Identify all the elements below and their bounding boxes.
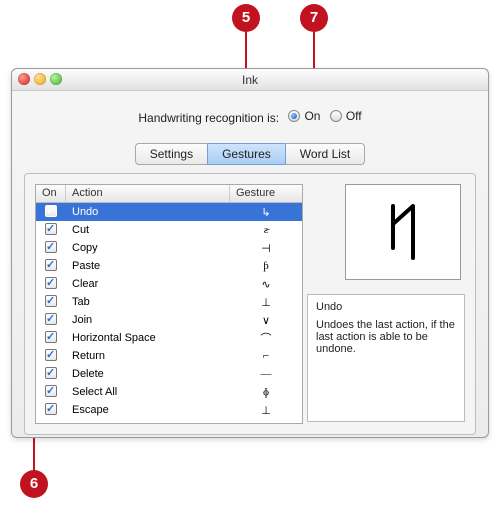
table-body: Undo↳Cutƨ̵Copy⊣PasteƥClear∿Tab⊥Join∨Hori…: [36, 203, 302, 424]
check-icon: [45, 259, 57, 271]
table-row[interactable]: Pasteƥ: [36, 257, 302, 275]
row-checkbox[interactable]: [36, 241, 66, 256]
window-controls: [18, 73, 62, 85]
radio-on-dot: [288, 110, 300, 122]
table-header: On Action Gesture: [36, 185, 302, 203]
close-button[interactable]: [18, 73, 30, 85]
header-action[interactable]: Action: [66, 185, 230, 202]
handwriting-row: Handwriting recognition is: On Off: [12, 109, 488, 125]
callout-5-bubble: 5: [232, 4, 260, 32]
row-action: Paste: [66, 260, 230, 272]
row-action: Cut: [66, 224, 230, 236]
table-row[interactable]: Horizontal Space⌒: [36, 329, 302, 347]
check-icon: [45, 313, 57, 325]
row-checkbox[interactable]: [36, 205, 66, 220]
tab-bar: Settings Gestures Word List: [12, 143, 488, 165]
check-icon: [45, 331, 57, 343]
row-action: Tab: [66, 296, 230, 308]
row-checkbox[interactable]: [36, 349, 66, 364]
table-row[interactable]: Return⌐: [36, 347, 302, 365]
check-icon: [45, 277, 57, 289]
tab-settings[interactable]: Settings: [135, 143, 208, 165]
row-checkbox[interactable]: [36, 277, 66, 292]
description-body: Undoes the last action, if the last acti…: [316, 319, 455, 355]
check-icon: [45, 295, 57, 307]
table-row[interactable]: Delete—: [36, 365, 302, 383]
row-gesture-icon: ∿: [230, 278, 302, 291]
row-action: Select All: [66, 386, 230, 398]
row-checkbox[interactable]: [36, 295, 66, 310]
row-gesture-icon: ⊥: [230, 404, 302, 417]
row-gesture-icon: ƨ̵: [230, 224, 302, 236]
table-row[interactable]: Escape⊥: [36, 401, 302, 419]
row-checkbox[interactable]: [36, 331, 66, 346]
gestures-panel: On Action Gesture Undo↳Cutƨ̵Copy⊣PasteƥC…: [24, 173, 476, 435]
window-title: Ink: [242, 73, 258, 87]
row-checkbox[interactable]: [36, 223, 66, 238]
check-icon: [45, 385, 57, 397]
handwriting-label: Handwriting recognition is:: [138, 111, 279, 125]
check-icon: [45, 349, 57, 361]
row-checkbox[interactable]: [36, 367, 66, 382]
row-action: Horizontal Space: [66, 332, 230, 344]
check-icon: [45, 223, 57, 235]
table-row[interactable]: Undo↳: [36, 203, 302, 221]
row-action: Copy: [66, 242, 230, 254]
zoom-button[interactable]: [50, 73, 62, 85]
row-gesture-icon: ⌒: [230, 330, 302, 346]
row-action: Escape: [66, 404, 230, 416]
callout-6-bubble: 6: [20, 470, 48, 498]
table-row[interactable]: Select Allɸ: [36, 383, 302, 401]
check-icon: [45, 403, 57, 415]
row-checkbox[interactable]: [36, 313, 66, 328]
row-gesture-icon: ⊣: [230, 242, 302, 255]
radio-off-dot: [330, 110, 342, 122]
row-gesture-icon: ɸ: [230, 386, 302, 398]
radio-on-label: On: [304, 109, 320, 123]
table-row[interactable]: Cutƨ̵: [36, 221, 302, 239]
table-row[interactable]: Tab⊥: [36, 293, 302, 311]
undo-gesture-icon: [381, 200, 425, 264]
radio-on[interactable]: On: [288, 109, 320, 123]
row-gesture-icon: ⌐: [230, 350, 302, 362]
titlebar: Ink: [12, 69, 488, 91]
radio-off-label: Off: [346, 109, 362, 123]
row-gesture-icon: —: [230, 368, 302, 380]
row-gesture-icon: ⊥: [230, 296, 302, 309]
row-action: Clear: [66, 278, 230, 290]
tab-gestures[interactable]: Gestures: [207, 143, 286, 165]
minimize-button[interactable]: [34, 73, 46, 85]
description-title: Undo: [316, 301, 456, 313]
row-action: Join: [66, 314, 230, 326]
table-row[interactable]: Copy⊣: [36, 239, 302, 257]
header-on[interactable]: On: [36, 185, 66, 202]
check-icon: [45, 367, 57, 379]
row-gesture-icon: ƥ: [230, 260, 302, 272]
header-gesture[interactable]: Gesture: [230, 185, 302, 202]
tab-wordlist[interactable]: Word List: [285, 143, 365, 165]
row-action: Delete: [66, 368, 230, 380]
row-action: Undo: [66, 206, 230, 218]
table-row[interactable]: Join∨: [36, 311, 302, 329]
row-gesture-icon: ↳: [230, 206, 302, 219]
gesture-preview: [345, 184, 461, 280]
preferences-window: Ink Handwriting recognition is: On Off S…: [11, 68, 489, 438]
gesture-description: Undo Undoes the last action, if the last…: [307, 294, 465, 422]
row-checkbox[interactable]: [36, 259, 66, 274]
row-action: Return: [66, 350, 230, 362]
row-checkbox[interactable]: [36, 403, 66, 418]
row-checkbox[interactable]: [36, 385, 66, 400]
radio-off[interactable]: Off: [330, 109, 362, 123]
check-icon: [45, 205, 57, 217]
check-icon: [45, 241, 57, 253]
row-gesture-icon: ∨: [230, 314, 302, 327]
gestures-table: On Action Gesture Undo↳Cutƨ̵Copy⊣PasteƥC…: [35, 184, 303, 424]
callout-7-bubble: 7: [300, 4, 328, 32]
table-row[interactable]: Clear∿: [36, 275, 302, 293]
